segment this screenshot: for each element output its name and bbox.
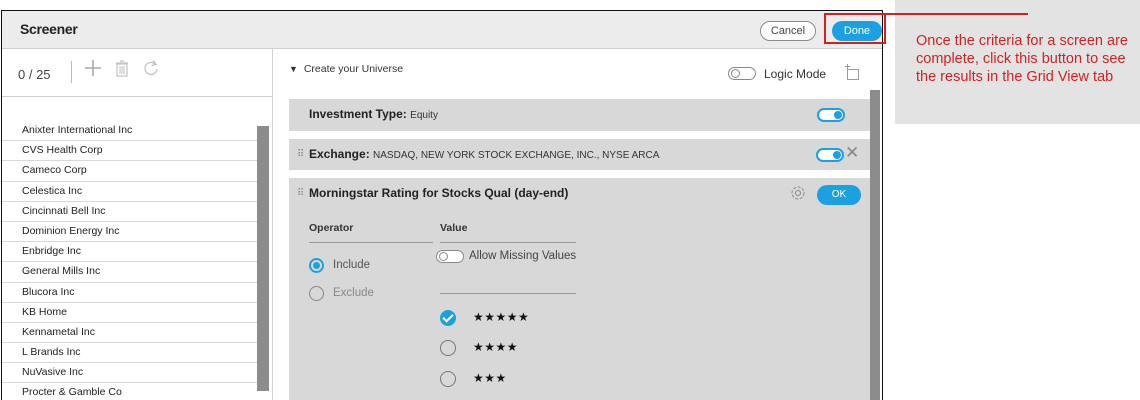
list-item[interactable]: Anixter International Inc: [2, 121, 257, 142]
list-item[interactable]: General Mills Inc: [2, 262, 257, 283]
radio-unselected[interactable]: [440, 371, 456, 387]
radio-selected[interactable]: [309, 258, 324, 273]
company-list-panel: 0 / 25 Anixter International Inc CVS Hea…: [2, 49, 273, 400]
radio-unselected[interactable]: [440, 340, 456, 356]
criterion-name: Morningstar Rating for Stocks Qual (day-…: [309, 186, 569, 200]
delete-icon[interactable]: [115, 59, 129, 81]
cancel-button[interactable]: Cancel: [760, 21, 816, 41]
logic-mode-toggle[interactable]: [728, 67, 756, 80]
list-toolbar: 0 / 25: [2, 49, 272, 97]
gear-icon[interactable]: [789, 184, 807, 202]
star-rating-label: ★★★: [473, 371, 507, 385]
criterion-name: Exchange:: [309, 147, 370, 161]
criterion-title: Investment Type: Equity: [309, 107, 438, 121]
exclude-label: Exclude: [333, 287, 374, 299]
selection-count: 0 / 25: [18, 67, 51, 82]
add-criterion-icon[interactable]: [844, 63, 860, 81]
list-item[interactable]: KB Home: [2, 303, 257, 323]
callout-pointer-line: [883, 13, 1028, 15]
criterion-exchange[interactable]: ⠿ Exchange: NASDAQ, NEW YORK STOCK EXCHA…: [289, 139, 870, 170]
ok-button[interactable]: OK: [817, 185, 861, 205]
criterion-title: Exchange: NASDAQ, NEW YORK STOCK EXCHANG…: [309, 147, 659, 161]
criterion-enable-toggle[interactable]: [816, 148, 844, 162]
criterion-value: Equity: [410, 110, 438, 121]
star-rating-label: ★★★★★: [473, 310, 530, 324]
callout-text: Once the criteria for a screen are compl…: [916, 33, 1128, 85]
list-item[interactable]: Enbridge Inc: [2, 242, 257, 263]
list-item[interactable]: Cameco Corp: [2, 161, 257, 182]
list-item[interactable]: CVS Health Corp: [2, 141, 257, 162]
done-button-highlight: [824, 13, 886, 44]
criterion-value: NASDAQ, NEW YORK STOCK EXCHANGE, INC., N…: [373, 150, 660, 161]
add-icon[interactable]: [84, 59, 102, 81]
criterion-enable-toggle[interactable]: [817, 108, 845, 122]
toolbar-divider: [71, 61, 72, 83]
drag-handle-icon[interactable]: ⠿: [297, 188, 304, 199]
universe-header-label: Create your Universe: [303, 63, 404, 75]
refresh-icon[interactable]: [142, 59, 160, 81]
allow-missing-label: Allow Missing Values: [469, 250, 577, 262]
criterion-investment-type[interactable]: Investment Type: Equity: [289, 99, 870, 131]
value-divider: [440, 242, 576, 243]
criterion-morningstar-rating: ⠿ Morningstar Rating for Stocks Qual (da…: [289, 178, 870, 400]
universe-header[interactable]: ▼ Create your Universe: [289, 63, 403, 75]
caret-down-icon: ▼: [289, 64, 298, 74]
criteria-scrollbar[interactable]: [870, 90, 880, 400]
include-label: Include: [333, 259, 371, 271]
list-item[interactable]: Celestica Inc: [2, 182, 257, 202]
screener-dialog: Screener Cancel Done 0 / 25 Anixter Inte…: [1, 10, 883, 400]
dialog-title: Screener: [20, 21, 78, 37]
logic-mode-label: Logic Mode: [764, 67, 827, 81]
list-item[interactable]: Cincinnati Bell Inc: [2, 202, 257, 222]
drag-handle-icon[interactable]: ⠿: [297, 149, 304, 160]
close-icon[interactable]: ✕: [845, 143, 859, 163]
list-item[interactable]: Dominion Energy Inc: [2, 222, 257, 243]
company-list: Anixter International Inc CVS Health Cor…: [2, 121, 257, 400]
list-item[interactable]: Procter & Gamble Co: [2, 383, 257, 400]
value-header: Value: [440, 222, 468, 234]
list-item[interactable]: Blucora Inc: [2, 283, 257, 303]
criterion-name: Investment Type:: [309, 107, 407, 121]
star-rating-label: ★★★★: [473, 340, 519, 354]
list-item[interactable]: Kennametal Inc: [2, 323, 257, 344]
list-item[interactable]: NuVasive Inc: [2, 363, 257, 384]
operator-divider: [309, 242, 433, 243]
checkmark-icon[interactable]: [440, 310, 456, 326]
value-list-divider: [440, 293, 576, 294]
radio-unselected[interactable]: [309, 286, 324, 301]
list-scrollbar[interactable]: [257, 126, 269, 391]
operator-header: Operator: [309, 222, 354, 234]
title-bar: Screener Cancel Done: [2, 11, 882, 49]
list-item[interactable]: L Brands Inc: [2, 343, 257, 364]
